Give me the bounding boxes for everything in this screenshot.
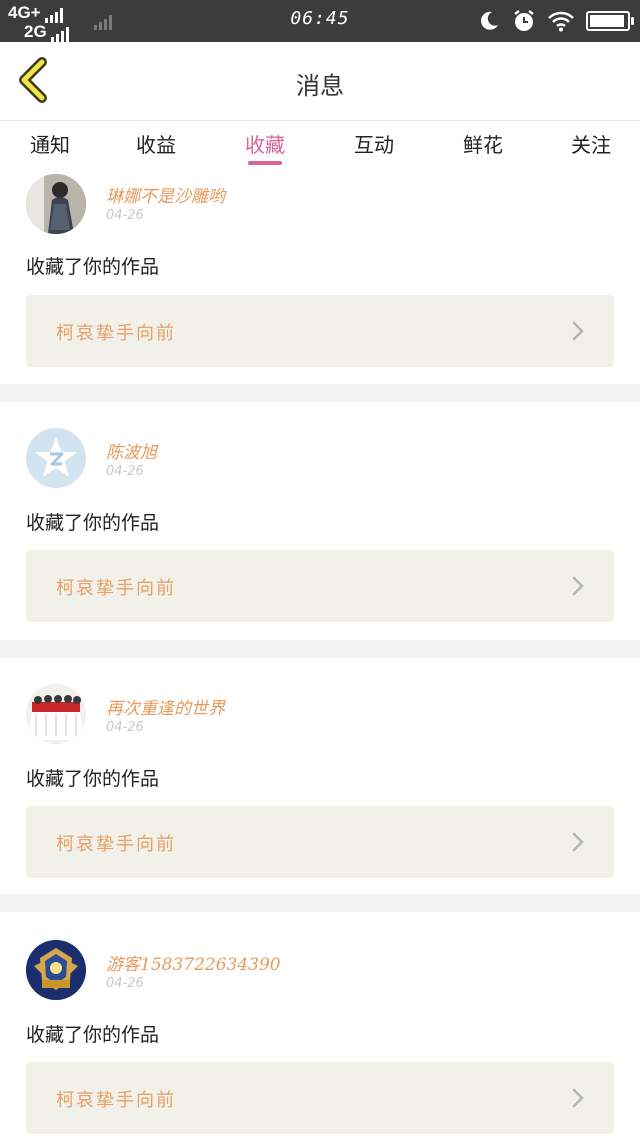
work-link[interactable]: 柯哀挚手向前 — [26, 1062, 614, 1134]
user-avatar-image — [26, 684, 86, 744]
message-date: 04-26 — [106, 208, 144, 223]
avatar[interactable] — [26, 174, 86, 234]
action-text: 收藏了你的作品 — [26, 256, 160, 278]
message-date: 04-26 — [106, 720, 144, 735]
message-date: 04-26 — [106, 464, 144, 479]
avatar[interactable] — [26, 428, 86, 488]
username[interactable]: 琳娜不是沙雕哟 — [106, 182, 225, 207]
section-divider — [0, 640, 640, 658]
username[interactable]: 陈波旭 — [106, 438, 157, 463]
tab-bar: 通知 收益 收藏 互动 鲜花 关注 — [0, 121, 640, 167]
tab-follows[interactable]: 关注 — [541, 129, 640, 158]
username[interactable]: 再次重逢的世界 — [106, 694, 225, 719]
action-text: 收藏了你的作品 — [26, 768, 160, 790]
tab-notifications[interactable]: 通知 — [0, 129, 100, 158]
tab-favorites[interactable]: 收藏 — [215, 129, 315, 158]
work-title: 柯哀挚手向前 — [56, 323, 176, 344]
default-avatar-star-icon — [26, 428, 86, 488]
work-link[interactable]: 柯哀挚手向前 — [26, 550, 614, 622]
chevron-right-icon — [572, 832, 584, 852]
wifi-icon — [548, 11, 574, 32]
tab-flowers[interactable]: 鲜花 — [433, 129, 533, 158]
message-item: 再次重逢的世界 04-26 收藏了你的作品 柯哀挚手向前 — [0, 658, 640, 894]
tab-interactions[interactable]: 互动 — [324, 129, 424, 158]
work-title: 柯哀挚手向前 — [56, 834, 176, 855]
message-item: 琳娜不是沙雕哟 04-26 收藏了你的作品 柯哀挚手向前 — [0, 168, 640, 384]
work-link[interactable]: 柯哀挚手向前 — [26, 806, 614, 878]
chevron-right-icon — [572, 1088, 584, 1108]
work-title: 柯哀挚手向前 — [56, 578, 176, 599]
navigation-header: 消息 — [0, 42, 640, 121]
work-link[interactable]: 柯哀挚手向前 — [26, 295, 614, 367]
battery-icon — [586, 11, 634, 31]
user-avatar-image — [26, 174, 86, 234]
chevron-right-icon — [572, 576, 584, 596]
page-title: 消息 — [296, 72, 344, 100]
action-text: 收藏了你的作品 — [26, 512, 160, 534]
chevron-right-icon — [572, 321, 584, 341]
message-item: 陈波旭 04-26 收藏了你的作品 柯哀挚手向前 — [0, 402, 640, 640]
message-date: 04-26 — [106, 976, 144, 991]
active-tab-indicator — [248, 161, 282, 165]
moon-icon — [481, 11, 498, 30]
alarm-clock-icon — [514, 10, 534, 31]
section-divider — [0, 384, 640, 402]
avatar[interactable] — [26, 940, 86, 1000]
message-item: 游客1583722634390 04-26 收藏了你的作品 柯哀挚手向前 — [0, 912, 640, 1138]
status-bar: 4G+ 2G 06:45 — [0, 0, 640, 42]
signal-bars-icon — [50, 27, 69, 42]
avatar[interactable] — [26, 684, 86, 744]
username[interactable]: 游客1583722634390 — [106, 950, 281, 975]
action-text: 收藏了你的作品 — [26, 1024, 160, 1046]
work-title: 柯哀挚手向前 — [56, 1090, 176, 1111]
tab-earnings[interactable]: 收益 — [106, 129, 206, 158]
game-emblem-avatar-icon — [26, 940, 86, 1000]
section-divider — [0, 894, 640, 912]
